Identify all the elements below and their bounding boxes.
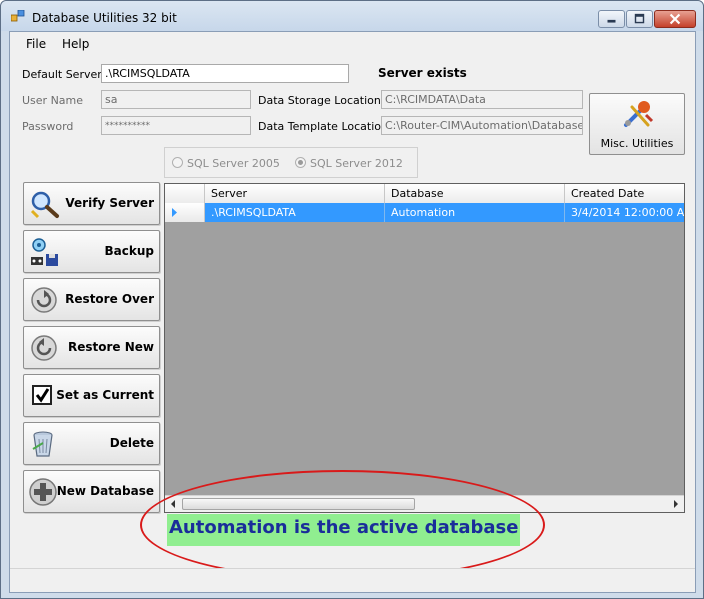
active-database-note: Automation is the active database [167, 514, 521, 546]
set-as-current-button[interactable]: Set as Current [23, 374, 160, 417]
menu-bar: File Help [10, 32, 695, 54]
window-title: Database Utilities 32 bit [32, 11, 177, 25]
restore-new-label: Restore New [67, 340, 154, 354]
backup-disk-icon [31, 238, 58, 266]
data-storage-label: Data Storage Location [258, 94, 381, 107]
radio-dot-selected [295, 157, 306, 168]
misc-utilities-button[interactable]: Misc. Utilities [589, 93, 685, 155]
menu-help[interactable]: Help [62, 37, 89, 51]
delete-label: Delete [109, 436, 154, 450]
row-pointer-icon [172, 208, 177, 217]
restore-over-label: Restore Over [65, 292, 154, 306]
menu-file[interactable]: File [26, 37, 46, 51]
radio-sql-2012-label: SQL Server 2012 [310, 157, 403, 170]
trash-icon [32, 431, 53, 457]
radio-sql-2012[interactable]: SQL Server 2012 [295, 157, 403, 170]
data-storage-input[interactable]: C:\RCIMDATA\Data [381, 90, 583, 109]
radio-sql-2005-label: SQL Server 2005 [187, 157, 280, 170]
title-bar[interactable]: Database Utilities 32 bit [1, 1, 703, 31]
maximize-icon [634, 13, 645, 24]
user-name-input[interactable]: sa [101, 90, 251, 109]
set-as-current-label: Set as Current [56, 388, 154, 402]
restore-icon [31, 287, 57, 313]
col-header-database[interactable]: Database [385, 184, 565, 203]
backup-button[interactable]: Backup [23, 230, 160, 273]
misc-utilities-label: Misc. Utilities [600, 137, 674, 150]
row-header[interactable] [165, 203, 205, 222]
col-header-created[interactable]: Created Date [565, 184, 684, 203]
new-database-button[interactable]: New Database [23, 470, 160, 513]
scroll-right-icon[interactable] [667, 496, 684, 512]
backup-label: Backup [104, 244, 154, 258]
maximize-button[interactable] [626, 10, 653, 28]
minimize-icon [607, 19, 616, 23]
close-button[interactable] [654, 10, 696, 28]
restore-over-button[interactable]: Restore Over [23, 278, 160, 321]
magnifier-icon [30, 191, 59, 219]
client-area: File Help Default Server .\RCIMSQLDATA S… [9, 31, 696, 593]
grid-header: Server Database Created Date [165, 184, 684, 203]
server-status-text: Server exists [378, 66, 467, 80]
delete-button[interactable]: Delete [23, 422, 160, 465]
close-icon [669, 13, 681, 25]
cell-created[interactable]: 3/4/2014 12:00:00 AM [565, 203, 684, 222]
new-database-label: New Database [56, 484, 154, 498]
col-header-server[interactable]: Server [205, 184, 385, 203]
data-template-label: Data Template Location [258, 120, 388, 133]
password-label: Password [22, 120, 74, 133]
password-input[interactable]: ********** [101, 116, 251, 135]
app-window: Database Utilities 32 bit File Help Defa… [0, 0, 704, 599]
table-row[interactable]: .\RCIMSQLDATA Automation 3/4/2014 12:00:… [165, 203, 684, 222]
tools-icon [624, 101, 654, 127]
default-server-input[interactable]: .\RCIMSQLDATA [101, 64, 349, 83]
grid-corner-cell [165, 184, 205, 203]
verify-server-button[interactable]: Verify Server [23, 182, 160, 225]
default-server-label: Default Server [22, 68, 102, 81]
user-name-label: User Name [22, 94, 84, 107]
cell-server[interactable]: .\RCIMSQLDATA [205, 203, 385, 222]
radio-sql-2005[interactable]: SQL Server 2005 [172, 157, 280, 170]
status-bar [10, 568, 695, 592]
restore-new-button[interactable]: Restore New [23, 326, 160, 369]
radio-dot [172, 157, 183, 168]
data-template-input[interactable]: C:\Router-CIM\Automation\Database\Ba [381, 116, 583, 135]
verify-server-label: Verify Server [65, 196, 154, 210]
app-icon [11, 10, 25, 22]
sql-version-group: SQL Server 2005 SQL Server 2012 [164, 147, 418, 178]
database-grid[interactable]: Server Database Created Date .\RCIMSQLDA… [164, 183, 685, 513]
restore-new-icon [31, 335, 57, 361]
minimize-button[interactable] [598, 10, 625, 28]
cell-database[interactable]: Automation [385, 203, 565, 222]
